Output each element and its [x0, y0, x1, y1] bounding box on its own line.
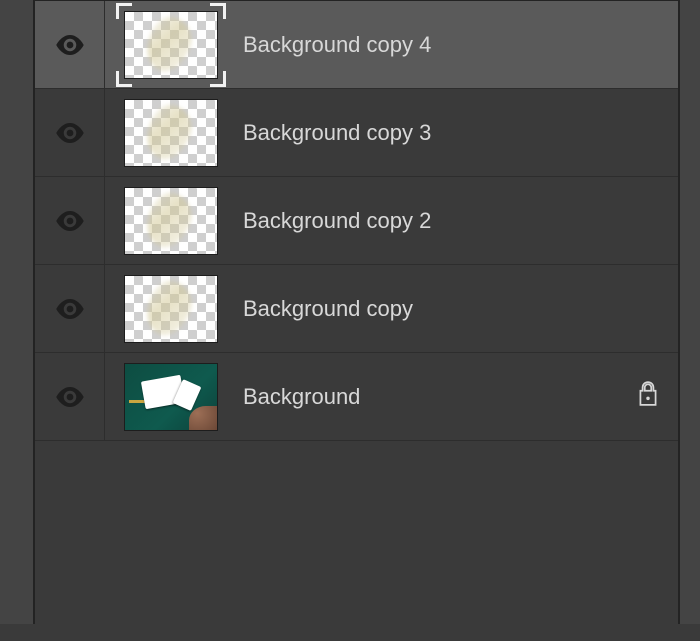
layer-row[interactable]: Background	[35, 353, 678, 441]
layer-name[interactable]: Background copy 3	[237, 120, 618, 146]
layers-panel: Background copy 4 Background copy 3 Backgr…	[34, 0, 680, 624]
layer-thumbnail[interactable]	[105, 1, 237, 88]
layer-thumbnail[interactable]	[105, 89, 237, 176]
visibility-toggle[interactable]	[35, 177, 105, 264]
layer-thumbnail[interactable]	[105, 265, 237, 352]
layer-row[interactable]: Background copy 3	[35, 89, 678, 177]
layer-name[interactable]: Background	[237, 384, 618, 410]
layer-name[interactable]: Background copy 2	[237, 208, 618, 234]
layer-name[interactable]: Background copy	[237, 296, 618, 322]
layer-thumbnail[interactable]	[105, 177, 237, 264]
visibility-toggle[interactable]	[35, 353, 105, 440]
layers-list: Background copy 4 Background copy 3 Backgr…	[35, 0, 678, 441]
layer-row[interactable]: Background copy 4	[35, 1, 678, 89]
lock-icon	[637, 381, 659, 413]
layer-thumbnail[interactable]	[105, 353, 237, 440]
panel-left-strip	[0, 0, 34, 624]
panel-right-strip	[680, 0, 700, 624]
visibility-toggle[interactable]	[35, 1, 105, 88]
layer-row[interactable]: Background copy	[35, 265, 678, 353]
layer-name[interactable]: Background copy 4	[237, 32, 618, 58]
visibility-toggle[interactable]	[35, 265, 105, 352]
eye-icon	[55, 299, 85, 319]
visibility-toggle[interactable]	[35, 89, 105, 176]
eye-icon	[55, 387, 85, 407]
eye-icon	[55, 211, 85, 231]
eye-icon	[55, 123, 85, 143]
layers-empty-area[interactable]	[35, 441, 678, 641]
layer-row[interactable]: Background copy 2	[35, 177, 678, 265]
eye-icon	[55, 35, 85, 55]
layer-lock[interactable]	[618, 381, 678, 413]
